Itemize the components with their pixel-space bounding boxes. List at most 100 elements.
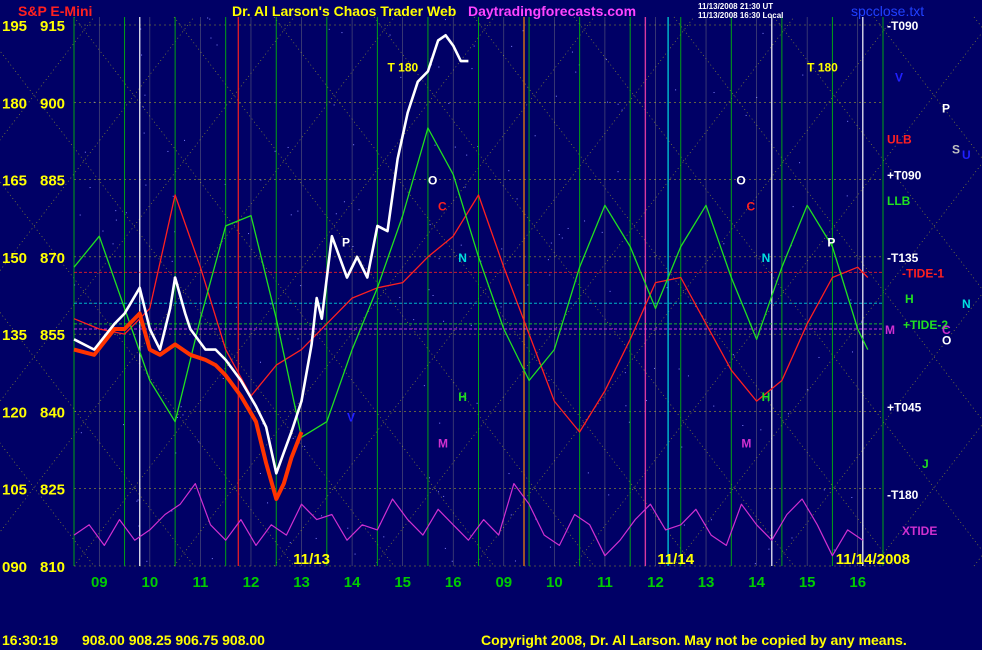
star-dot [429, 477, 431, 479]
star-dot [182, 414, 184, 416]
y-right-tick-label: 885 [40, 173, 65, 190]
star-dot [198, 441, 200, 443]
star-dot [79, 214, 81, 216]
star-dot [304, 445, 306, 447]
star-dot [423, 385, 425, 387]
star-dot [745, 114, 747, 116]
star-dot [290, 214, 292, 216]
star-dot [438, 258, 440, 260]
star-dot [601, 231, 603, 233]
chart-annotation: O [428, 174, 437, 188]
star-dot [621, 109, 623, 111]
star-dot [437, 491, 439, 493]
star-dot [548, 379, 550, 381]
y-right-tick-label: 915 [40, 18, 65, 35]
star-dot [768, 548, 770, 550]
y-left-tick-label: 090 [2, 559, 27, 576]
star-dot [259, 472, 261, 474]
right-marker-label: O [942, 333, 951, 347]
chart-annotation: C [438, 199, 447, 213]
star-dot [558, 234, 560, 236]
star-dot [732, 354, 734, 356]
star-dot [328, 28, 330, 30]
star-dot [180, 406, 182, 408]
star-dot [575, 71, 577, 73]
star-dot [210, 37, 212, 39]
x-hour-label: 12 [243, 574, 260, 591]
star-dot [123, 424, 125, 426]
x-hour-label: 09 [91, 574, 108, 591]
star-dot [341, 32, 343, 34]
right-marker-label: -T090 [887, 19, 919, 33]
y-right-tick-label: 840 [40, 404, 65, 421]
star-dot [287, 146, 289, 148]
right-marker-label: -T135 [887, 251, 919, 265]
star-dot [115, 210, 117, 212]
x-hour-label: 09 [495, 574, 512, 591]
star-dot [584, 220, 586, 222]
y-right-tick-label: 870 [40, 250, 65, 267]
star-dot [799, 162, 801, 164]
chart-annotation: M [438, 436, 448, 450]
star-dot [687, 375, 689, 377]
x-hour-label: 14 [344, 574, 361, 591]
date-label: 11/14/2008 [836, 551, 910, 568]
chart-annotation: P [827, 236, 835, 250]
right-marker-label: J [922, 457, 929, 471]
star-dot [850, 299, 852, 301]
x-hour-label: 10 [546, 574, 563, 591]
star-dot [80, 432, 82, 434]
right-marker-label: -T180 [887, 488, 919, 502]
x-hour-label: 13 [293, 574, 310, 591]
star-dot [448, 102, 450, 104]
star-dot [125, 212, 127, 214]
star-dot [678, 368, 680, 370]
star-dot [84, 151, 86, 153]
right-marker-label: S [952, 143, 960, 157]
chart-annotation: O [736, 174, 745, 188]
y-left-tick-label: 150 [2, 250, 27, 267]
y-right-tick-label: 900 [40, 95, 65, 112]
chart-title: Dr. Al Larson's Chaos Trader Web [232, 3, 457, 19]
right-marker-label: -TIDE-1 [902, 266, 944, 280]
star-dot [516, 198, 518, 200]
star-dot [500, 306, 502, 308]
site-name: Daytradingforecasts.com [468, 3, 637, 19]
star-dot [315, 537, 317, 539]
star-dot [587, 472, 589, 474]
star-dot [267, 502, 269, 504]
y-right-tick-label: 810 [40, 559, 65, 576]
star-dot [762, 32, 764, 34]
right-marker-label: M [885, 323, 895, 337]
star-dot [353, 144, 355, 146]
y-left-tick-label: 105 [2, 482, 27, 499]
star-dot [444, 19, 446, 21]
star-dot [343, 201, 345, 203]
right-marker-label: +T045 [887, 400, 922, 414]
x-hour-label: 12 [647, 574, 664, 591]
star-dot [352, 246, 354, 248]
chart-annotation: P [342, 236, 350, 250]
right-marker-label: N [962, 297, 971, 311]
date-label: 11/14 [657, 551, 694, 568]
star-dot [547, 259, 549, 261]
chart-annotation: T 180 [807, 60, 838, 74]
star-dot [476, 402, 478, 404]
x-hour-label: 14 [748, 574, 765, 591]
timestamp-ut: 11/13/2008 21:30 UT [698, 2, 774, 11]
star-dot [710, 519, 712, 521]
star-dot [471, 68, 473, 70]
star-dot [713, 405, 715, 407]
right-marker-label: +T090 [887, 168, 922, 182]
star-dot [389, 34, 391, 36]
star-dot [567, 227, 569, 229]
star-dot [760, 429, 762, 431]
y-right-tick-label: 825 [40, 482, 65, 499]
star-dot [511, 45, 513, 47]
footer-quote: 908.00 908.25 906.75 908.00 [82, 632, 265, 648]
star-dot [681, 446, 683, 448]
star-dot [451, 560, 453, 562]
star-dot [823, 489, 825, 491]
star-dot [434, 144, 436, 146]
star-dot [443, 320, 445, 322]
